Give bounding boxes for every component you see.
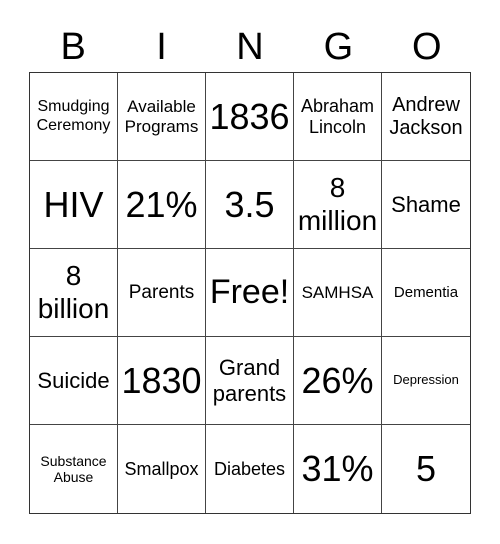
bingo-cell[interactable]: Smudging Ceremony bbox=[30, 73, 118, 161]
bingo-cell[interactable]: Abraham Lincoln bbox=[294, 73, 382, 161]
bingo-cell[interactable]: 8 billion bbox=[30, 249, 118, 337]
bingo-cell[interactable]: Substance Abuse bbox=[30, 425, 118, 513]
bingo-cell[interactable]: Smallpox bbox=[118, 425, 206, 513]
bingo-cell[interactable]: 21% bbox=[118, 161, 206, 249]
bingo-cell[interactable]: 31% bbox=[294, 425, 382, 513]
bingo-cell[interactable]: Andrew Jackson bbox=[382, 73, 470, 161]
bingo-cell[interactable]: Diabetes bbox=[206, 425, 294, 513]
bingo-cell[interactable]: SAMHSA bbox=[294, 249, 382, 337]
bingo-cell[interactable]: 8 million bbox=[294, 161, 382, 249]
bingo-card-grid: Smudging Ceremony Available Programs 183… bbox=[29, 72, 471, 514]
bingo-cell[interactable]: Shame bbox=[382, 161, 470, 249]
bingo-header: B I N G O bbox=[29, 22, 471, 72]
free-space-cell[interactable]: Free! bbox=[206, 249, 294, 337]
bingo-cell[interactable]: 5 bbox=[382, 425, 470, 513]
bingo-cell[interactable]: Grand parents bbox=[206, 337, 294, 425]
bingo-cell[interactable]: Dementia bbox=[382, 249, 470, 337]
header-letter-b: B bbox=[60, 26, 86, 68]
header-letter-n: N bbox=[236, 26, 264, 68]
bingo-cell[interactable]: Parents bbox=[118, 249, 206, 337]
bingo-cell[interactable]: Available Programs bbox=[118, 73, 206, 161]
bingo-cell[interactable]: 26% bbox=[294, 337, 382, 425]
header-letter-o: O bbox=[411, 26, 442, 68]
bingo-cell[interactable]: Suicide bbox=[30, 337, 118, 425]
bingo-cell[interactable]: 1836 bbox=[206, 73, 294, 161]
bingo-cell[interactable]: 1830 bbox=[118, 337, 206, 425]
bingo-cell[interactable]: 3.5 bbox=[206, 161, 294, 249]
header-letter-i: I bbox=[156, 26, 167, 68]
bingo-cell[interactable]: HIV bbox=[30, 161, 118, 249]
bingo-cell[interactable]: Depression bbox=[382, 337, 470, 425]
header-letter-g: G bbox=[323, 26, 354, 68]
